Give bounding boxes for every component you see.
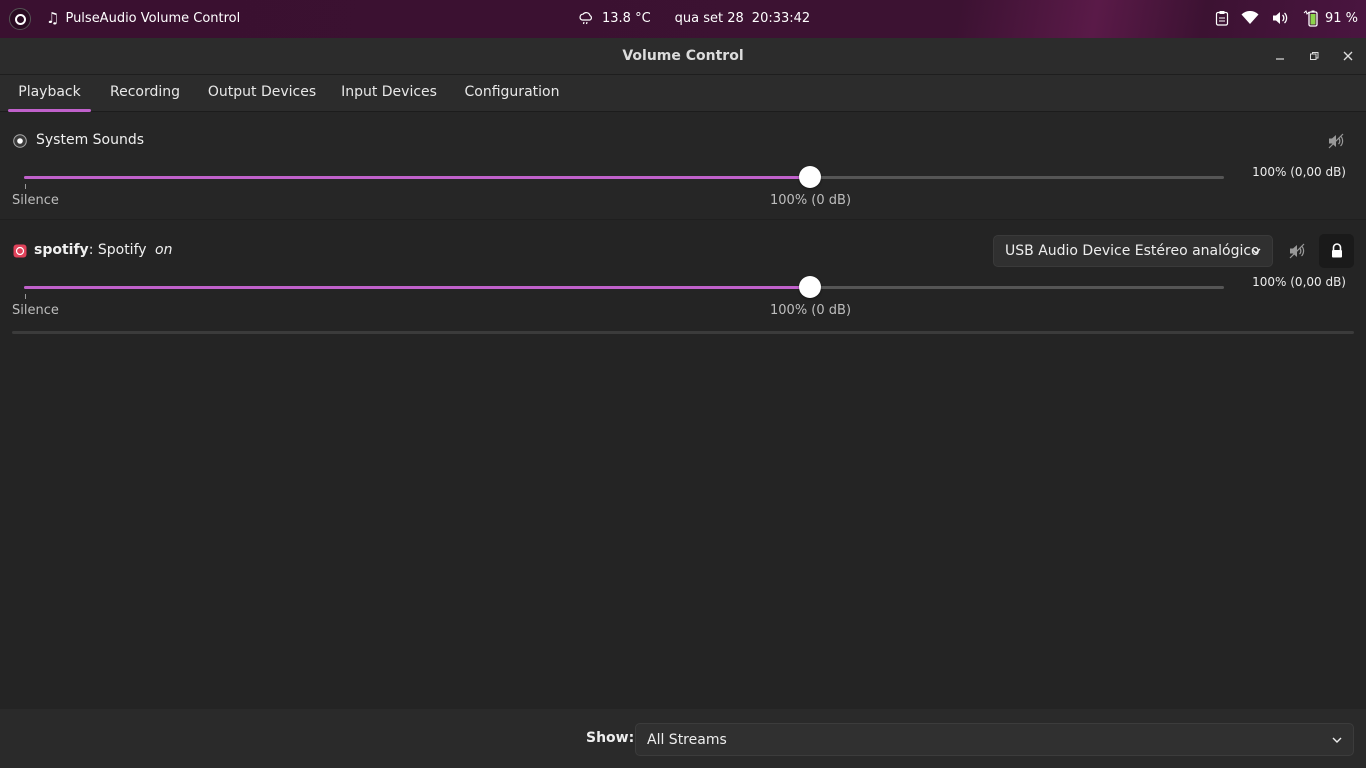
battery-icon <box>1303 10 1318 27</box>
system-tray[interactable]: 91 % <box>1215 9 1358 27</box>
battery-indicator: 91 % <box>1301 9 1358 27</box>
slider-tick <box>25 184 26 189</box>
stream-name: System Sounds <box>36 132 145 148</box>
activities-button[interactable] <box>9 8 31 30</box>
volume-handle[interactable] <box>799 276 821 298</box>
app-menu-label: PulseAudio Volume Control <box>65 10 241 26</box>
volume-100-label: 100% (0 dB) <box>770 303 852 318</box>
volume-fill <box>24 176 810 179</box>
tab-label: Input Devices <box>341 84 437 100</box>
volume-slider[interactable] <box>24 166 1224 188</box>
output-device-label: USB Audio Device Estéreo analógico <box>1005 243 1260 259</box>
close-button[interactable] <box>1338 46 1358 66</box>
mute-toggle-icon[interactable] <box>1327 132 1345 150</box>
tab-bar: Playback Recording Output Devices Input … <box>0 75 1366 112</box>
stream-system-sounds: System Sounds 100% (0,00 dB) Silence 100… <box>0 112 1366 220</box>
clock-date: qua set 28 <box>674 10 744 26</box>
tab-output-devices[interactable]: Output Devices <box>200 75 324 112</box>
top-panel: ♫ PulseAudio Volume Control 13.8 °C qua … <box>0 0 1366 38</box>
show-filter-value: All Streams <box>647 732 727 748</box>
close-icon <box>1343 51 1353 61</box>
music-note-icon: ♫ <box>46 9 60 27</box>
wifi-icon <box>1241 11 1259 24</box>
tab-configuration[interactable]: Configuration <box>455 75 569 112</box>
show-label: Show: <box>586 730 635 746</box>
stream-title: spotify: Spotify on <box>34 242 172 258</box>
tab-recording[interactable]: Recording <box>100 75 190 112</box>
clock-time: 20:33:42 <box>751 10 811 26</box>
maximize-button[interactable] <box>1304 46 1324 66</box>
minimize-button[interactable] <box>1270 46 1290 66</box>
silence-label: Silence <box>12 193 59 208</box>
tab-input-devices[interactable]: Input Devices <box>334 75 444 112</box>
stream-spotify: spotify: Spotify on USB Audio Device Est… <box>0 222 1366 330</box>
volume-slider[interactable] <box>24 276 1224 298</box>
restore-icon <box>1310 52 1319 60</box>
tab-label: Configuration <box>464 84 560 100</box>
clipboard-icon[interactable] <box>1215 10 1229 26</box>
slider-tick <box>25 294 26 299</box>
tab-playback[interactable]: Playback <box>8 75 91 112</box>
lock-icon <box>1331 243 1342 258</box>
activities-icon <box>14 13 26 25</box>
volume-fill <box>24 286 810 289</box>
speaker-icon <box>1272 12 1288 24</box>
volume-db-label: 100% (0,00 dB) <box>1252 275 1346 289</box>
weather-icon <box>579 12 592 25</box>
show-filter-dropdown[interactable]: All Streams <box>635 723 1354 756</box>
lock-channels-button[interactable] <box>1319 234 1354 268</box>
battery-percent: 91 % <box>1324 10 1358 26</box>
tab-label: Playback <box>18 84 81 100</box>
volume-100-label: 100% (0 dB) <box>770 193 852 208</box>
tab-label: Recording <box>109 84 181 100</box>
output-device-dropdown[interactable]: USB Audio Device Estéreo analógico <box>993 235 1273 267</box>
app-menu[interactable]: ♫ PulseAudio Volume Control <box>46 10 240 26</box>
mute-toggle-icon[interactable] <box>1288 242 1306 260</box>
stream-list-separator <box>12 331 1354 334</box>
window-titlebar[interactable]: Volume Control <box>0 38 1366 75</box>
clock-menu[interactable]: 13.8 °C qua set 28 20:33:42 <box>578 10 810 26</box>
weather-temp: 13.8 °C <box>602 10 651 26</box>
volume-db-label: 100% (0,00 dB) <box>1252 165 1346 179</box>
tab-label: Output Devices <box>207 84 317 100</box>
system-sounds-icon <box>13 134 27 148</box>
stream-state: on <box>155 242 173 258</box>
chevron-down-icon <box>1332 737 1342 743</box>
spotify-app-icon <box>13 244 27 258</box>
minimize-icon <box>1276 58 1284 60</box>
volume-handle[interactable] <box>799 166 821 188</box>
bottom-bar: Show: All Streams <box>0 709 1366 768</box>
stream-app-name: : Spotify <box>88 242 147 258</box>
silence-label: Silence <box>12 303 59 318</box>
window-title: Volume Control <box>622 48 744 64</box>
chevron-down-icon <box>1251 248 1261 254</box>
stream-app-id: spotify <box>34 242 89 258</box>
